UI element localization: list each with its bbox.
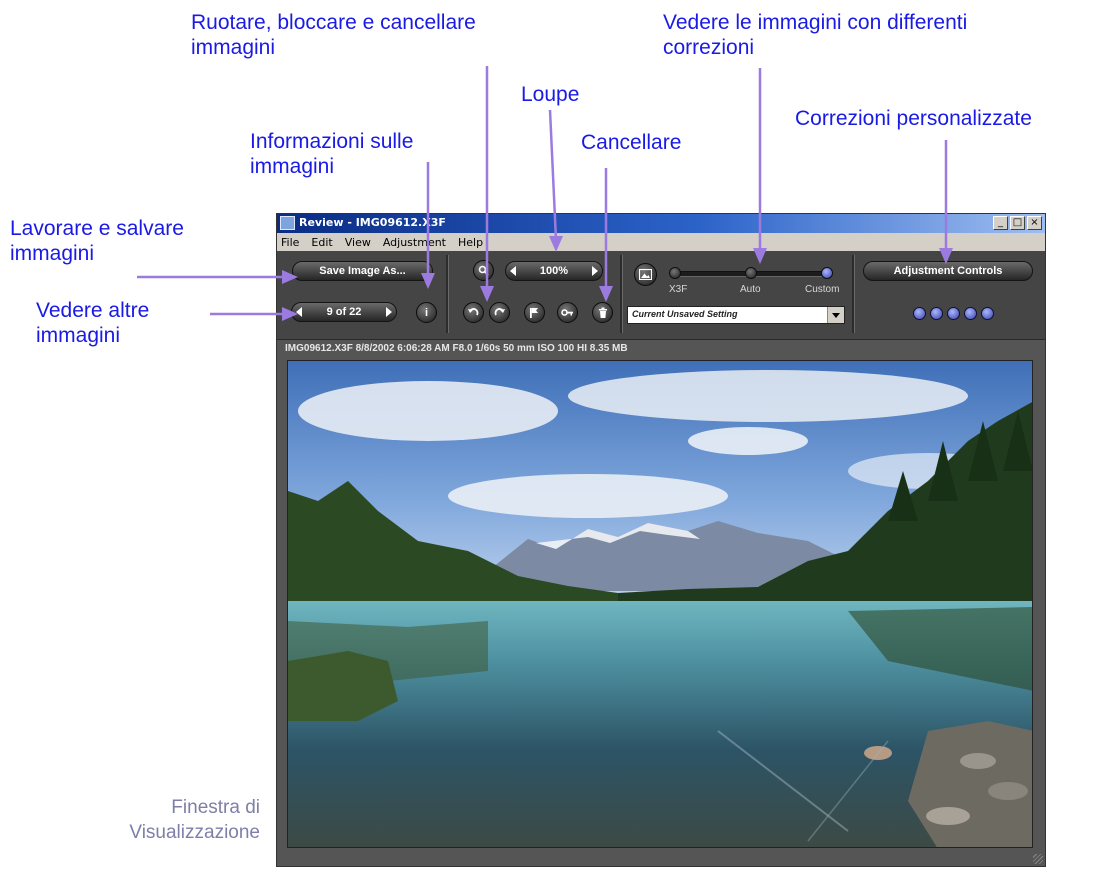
close-button[interactable]: ×	[1027, 216, 1042, 230]
previous-image-button[interactable]	[296, 307, 302, 317]
save-image-as-button[interactable]: Save Image As...	[292, 261, 433, 281]
callout-browse-images: Vedere altre immagini	[36, 299, 150, 347]
zoom-decrease-button[interactable]	[510, 266, 516, 276]
toolbar-divider	[852, 255, 855, 333]
minimize-button[interactable]: _	[993, 216, 1008, 230]
maximize-button[interactable]: □	[1010, 216, 1025, 230]
flag-icon[interactable]	[524, 302, 545, 323]
slider-label-x3f: X3F	[669, 284, 688, 295]
preview-image[interactable]	[287, 360, 1033, 848]
image-info-line: IMG09612.X3F 8/8/2002 6:06:28 AM F8.0 1/…	[285, 343, 628, 354]
menu-bar: File Edit View Adjustment Help	[277, 233, 1045, 251]
toolbar-divider	[620, 255, 623, 333]
rotate-left-icon[interactable]	[463, 302, 484, 323]
zoom-level: 100%	[539, 265, 569, 277]
menu-view[interactable]: View	[345, 236, 371, 249]
zoom-control: 100%	[505, 261, 603, 281]
slider-label-custom: Custom	[805, 284, 840, 295]
image-info-button[interactable]: i	[416, 302, 437, 323]
review-window: Review - IMG09612.X3F _ □ × File Edit Vi…	[276, 213, 1046, 867]
window-app-icon	[280, 216, 295, 230]
setting-dropdown-value: Current Unsaved Setting	[632, 309, 738, 319]
window-caption: Finestra di Visualizzazione	[129, 797, 260, 843]
chevron-down-icon[interactable]	[827, 307, 844, 323]
slider-label-auto: Auto	[740, 284, 761, 295]
image-counter: 9 of 22	[326, 306, 362, 318]
preset-dot[interactable]	[913, 307, 926, 320]
toolbar-divider	[446, 255, 449, 333]
callout-custom-corrections: Correzioni personalizzate	[795, 107, 1032, 130]
adjustment-preset-dots	[913, 307, 994, 320]
slider-stop-custom[interactable]	[821, 267, 833, 279]
rotate-right-icon[interactable]	[489, 302, 510, 323]
window-title: Review - IMG09612.X3F	[299, 216, 446, 229]
landscape-photo	[288, 361, 1032, 847]
picture-icon[interactable]	[634, 263, 657, 286]
resize-grip-icon[interactable]	[1033, 854, 1043, 864]
menu-adjustment[interactable]: Adjustment	[383, 236, 446, 249]
lock-key-icon[interactable]	[557, 302, 578, 323]
zoom-increase-button[interactable]	[591, 266, 598, 276]
toolbar: Save Image As... 9 of 22 i 100% X3F Auto…	[277, 251, 1045, 340]
setting-dropdown[interactable]: Current Unsaved Setting	[627, 306, 845, 324]
callout-delete: Cancellare	[581, 131, 682, 154]
callout-save-images: Lavorare e salvare immagini	[10, 217, 184, 265]
slider-stop-x3f[interactable]	[669, 267, 681, 279]
preset-dot[interactable]	[981, 307, 994, 320]
adjustment-controls-button[interactable]: Adjustment Controls	[863, 261, 1033, 281]
callout-view-corrections: Vedere le immagini con differenti correz…	[663, 11, 968, 59]
preset-dot[interactable]	[930, 307, 943, 320]
zoom-out-icon[interactable]	[473, 260, 494, 281]
callout-image-info: Informazioni sulle immagini	[250, 130, 414, 178]
menu-file[interactable]: File	[281, 236, 299, 249]
trash-icon[interactable]	[592, 302, 613, 323]
image-navigator: 9 of 22	[291, 302, 397, 322]
menu-edit[interactable]: Edit	[311, 236, 332, 249]
next-image-button[interactable]	[385, 307, 392, 317]
callout-loupe: Loupe	[521, 83, 580, 106]
slider-stop-auto[interactable]	[745, 267, 757, 279]
callout-rotate-lock-delete: Ruotare, bloccare e cancellare immagini	[191, 11, 476, 59]
menu-help[interactable]: Help	[458, 236, 483, 249]
title-bar[interactable]: Review - IMG09612.X3F _ □ ×	[277, 214, 1045, 233]
preset-dot[interactable]	[964, 307, 977, 320]
preset-dot[interactable]	[947, 307, 960, 320]
